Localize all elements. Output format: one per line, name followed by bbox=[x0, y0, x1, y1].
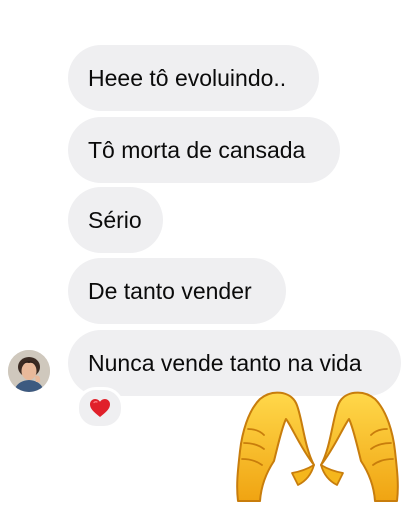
message-text: Nunca vende tanto na vida bbox=[88, 349, 362, 376]
heart-hands-emoji bbox=[236, 391, 399, 502]
message-bubble[interactable]: Heee tô evoluindo.. bbox=[68, 45, 319, 111]
message-bubble[interactable]: De tanto vender bbox=[68, 258, 286, 324]
message-text: Sério bbox=[88, 206, 142, 233]
reaction-badge[interactable] bbox=[76, 387, 124, 429]
chat-thread: Heee tô evoluindo.. Tô morta de cansada … bbox=[0, 0, 416, 513]
sender-avatar[interactable] bbox=[8, 350, 50, 392]
message-bubble[interactable]: Tô morta de cansada bbox=[68, 117, 340, 183]
message-text: De tanto vender bbox=[88, 277, 252, 304]
message-text: Tô morta de cansada bbox=[88, 136, 306, 163]
red-heart-icon bbox=[90, 399, 110, 417]
message-bubble[interactable]: Sério bbox=[68, 187, 163, 253]
message-text: Heee tô evoluindo.. bbox=[88, 64, 287, 91]
